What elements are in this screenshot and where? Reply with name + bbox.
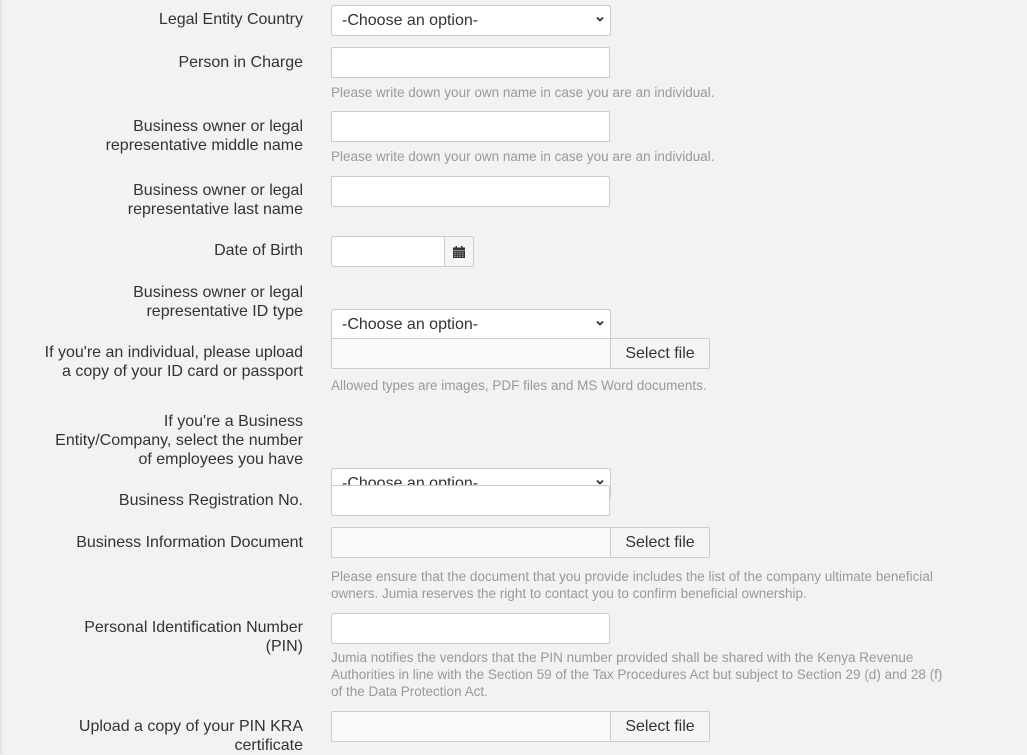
- person-in-charge-label: Person in Charge: [178, 54, 303, 71]
- employees-label: If you're a Business Entity/Company, sel…: [0, 412, 303, 469]
- registration-no-input[interactable]: [331, 485, 610, 516]
- pin-kra-upload-input[interactable]: [331, 711, 610, 742]
- pin-input[interactable]: [331, 613, 610, 644]
- pin-label: Personal Identification Number (PIN): [0, 618, 303, 656]
- chevron-down-icon: [596, 16, 604, 22]
- label-line: of employees you have: [138, 451, 303, 468]
- pin-kra-upload-label: Upload a copy of your PIN KRA certificat…: [0, 717, 303, 755]
- id-type-select[interactable]: -Choose an option-: [331, 309, 611, 340]
- date-of-birth-label: Date of Birth: [214, 242, 303, 259]
- id-upload-field: Select file: [331, 338, 710, 369]
- help-line: of the Data Protection Act.: [331, 684, 488, 699]
- id-upload-select-file-button[interactable]: Select file: [610, 338, 710, 369]
- pin-help: Jumia notifies the vendors that the PIN …: [331, 649, 991, 700]
- label-line: Upload a copy of your PIN KRA: [78, 718, 303, 735]
- middle-name-help: Please write down your own name in case …: [331, 149, 715, 164]
- middle-name-input[interactable]: [331, 111, 610, 142]
- pin-kra-select-file-button[interactable]: Select file: [610, 711, 710, 742]
- id-upload-input[interactable]: [331, 338, 610, 369]
- label-line: representative last name: [127, 201, 303, 218]
- date-of-birth-input[interactable]: [331, 236, 444, 267]
- business-info-doc-select-file-button[interactable]: Select file: [610, 527, 710, 558]
- label-line: If you're a Business: [163, 413, 303, 430]
- legal-entity-country-select[interactable]: -Choose an option-: [331, 5, 611, 36]
- chevron-down-icon: [596, 320, 604, 326]
- help-line: Jumia notifies the vendors that the PIN …: [331, 650, 914, 665]
- label-line: Business owner or legal: [133, 284, 303, 301]
- select-value: -Choose an option-: [342, 12, 479, 29]
- calendar-icon: [453, 245, 465, 258]
- label-line: Entity/Company, select the number: [55, 432, 303, 449]
- help-line: Please ensure that the document that you…: [331, 569, 933, 584]
- id-upload-label: If you're an individual, please upload a…: [0, 343, 303, 381]
- label-line: certificate: [234, 737, 303, 754]
- label-line: If you're an individual, please upload: [44, 344, 303, 361]
- last-name-input[interactable]: [331, 176, 610, 207]
- business-info-doc-input[interactable]: [331, 527, 610, 558]
- select-value: -Choose an option-: [342, 316, 479, 333]
- help-line: owners. Jumia reserves the right to cont…: [331, 586, 807, 601]
- id-upload-help: Allowed types are images, PDF files and …: [331, 378, 707, 393]
- label-line: Business owner or legal: [133, 118, 303, 135]
- person-in-charge-input[interactable]: [331, 47, 610, 78]
- label-line: Personal Identification Number: [84, 619, 303, 636]
- registration-no-label: Business Registration No.: [118, 492, 303, 509]
- label-line: representative middle name: [105, 137, 303, 154]
- last-name-label: Business owner or legal representative l…: [0, 181, 303, 219]
- business-info-doc-help: Please ensure that the document that you…: [331, 568, 991, 602]
- middle-name-label: Business owner or legal representative m…: [0, 117, 303, 155]
- label-line: representative ID type: [146, 303, 303, 320]
- calendar-button[interactable]: [444, 236, 474, 267]
- date-of-birth-field: [331, 236, 474, 267]
- id-type-label: Business owner or legal representative I…: [0, 283, 303, 321]
- business-info-doc-field: Select file: [331, 527, 710, 558]
- business-info-doc-label: Business Information Document: [76, 534, 303, 551]
- help-line: Authorities in line with the Section 59 …: [331, 667, 943, 682]
- pin-kra-upload-field: Select file: [331, 711, 710, 742]
- label-line: Business owner or legal: [133, 182, 303, 199]
- label-line: (PIN): [265, 638, 303, 655]
- person-in-charge-help: Please write down your own name in case …: [331, 85, 715, 100]
- label-line: a copy of your ID card or passport: [62, 363, 303, 380]
- legal-entity-country-label: Legal Entity Country: [158, 11, 303, 28]
